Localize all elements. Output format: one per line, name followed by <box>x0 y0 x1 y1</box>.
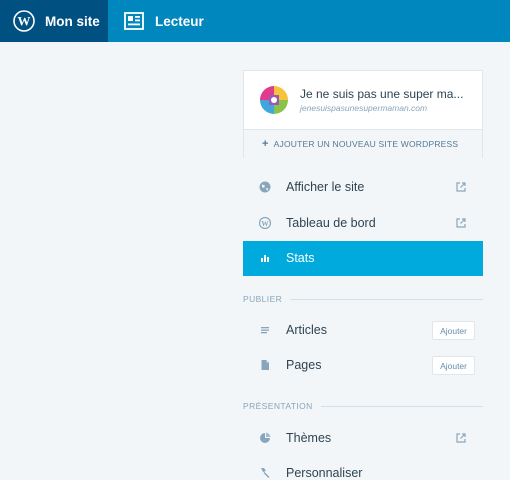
publish-heading: PUBLIER <box>243 294 283 304</box>
page-icon <box>259 359 271 371</box>
articles-label: Articles <box>286 323 327 337</box>
themes-icon <box>259 432 271 444</box>
site-domain: jenesuispasunesupermaman.com <box>300 103 428 113</box>
my-site-label: Mon site <box>45 13 100 29</box>
menu-item-customize[interactable]: Personnaliser <box>243 456 483 480</box>
masterbar: W Mon site Lecteur <box>0 0 510 42</box>
menu-item-articles[interactable]: Articles Ajouter <box>243 313 483 348</box>
wordpress-icon: W <box>259 217 271 229</box>
add-page-button[interactable]: Ajouter <box>432 356 475 375</box>
section-heading-publish: PUBLIER <box>243 292 483 306</box>
add-article-button[interactable]: Ajouter <box>432 321 475 340</box>
reader-icon <box>123 10 145 32</box>
dashboard-label: Tableau de bord <box>286 216 376 230</box>
external-link-icon <box>456 432 466 443</box>
section-heading-presentation: PRÉSENTATION <box>243 399 483 413</box>
themes-label: Thèmes <box>286 431 332 445</box>
stats-icon <box>259 252 271 264</box>
plus-icon: + <box>262 138 269 150</box>
site-info: Je ne suis pas une super ma... jenesuisp… <box>300 87 463 113</box>
reader-label: Lecteur <box>155 13 204 29</box>
posts-icon <box>259 324 271 336</box>
customize-icon <box>259 467 271 479</box>
site-avatar <box>260 86 288 114</box>
add-new-site-button[interactable]: + AJOUTER UN NOUVEAU SITE WORDPRESS <box>244 129 482 158</box>
current-site[interactable]: Je ne suis pas une super ma... jenesuisp… <box>244 71 482 129</box>
site-title: Je ne suis pas une super ma... <box>300 87 464 101</box>
reader-tab[interactable]: Lecteur <box>123 0 204 42</box>
svg-text:W: W <box>18 14 31 29</box>
site-card: Je ne suis pas une super ma... jenesuisp… <box>243 70 483 158</box>
menu-item-pages[interactable]: Pages Ajouter <box>243 348 483 383</box>
add-site-label: AJOUTER UN NOUVEAU SITE WORDPRESS <box>273 139 459 149</box>
menu-item-view-site[interactable]: Afficher le site <box>243 170 483 205</box>
presentation-heading: PRÉSENTATION <box>243 401 313 411</box>
external-link-icon <box>456 217 466 228</box>
globe-icon <box>259 181 271 193</box>
svg-text:W: W <box>261 219 269 228</box>
wordpress-icon: W <box>13 10 35 32</box>
menu-item-stats[interactable]: Stats <box>243 241 483 276</box>
stats-label: Stats <box>286 251 315 265</box>
sidebar: Je ne suis pas une super ma... jenesuisp… <box>243 42 483 480</box>
menu-item-dashboard[interactable]: W Tableau de bord <box>243 206 483 241</box>
divider <box>320 405 483 407</box>
view-site-label: Afficher le site <box>286 180 365 194</box>
menu-item-themes[interactable]: Thèmes <box>243 421 483 456</box>
customize-label: Personnaliser <box>286 466 363 480</box>
my-site-tab[interactable]: W Mon site <box>0 0 108 42</box>
divider <box>290 298 483 300</box>
pages-label: Pages <box>286 358 322 372</box>
external-link-icon <box>456 181 466 192</box>
